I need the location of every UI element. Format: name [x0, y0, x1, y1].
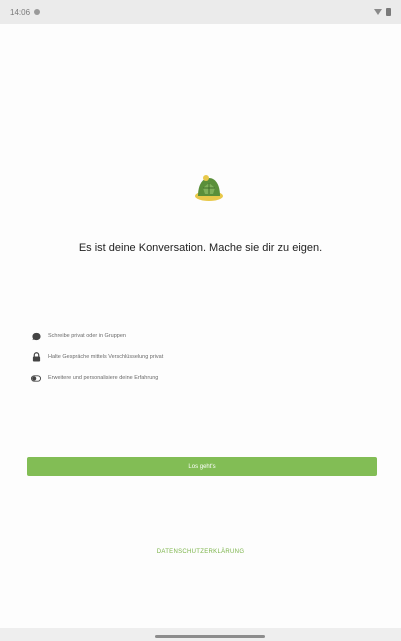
- feature-item-personalize: Erweitere und personalisiere deine Erfah…: [31, 372, 371, 384]
- get-started-button[interactable]: Los geht's: [27, 457, 377, 476]
- feature-item-encryption: Halte Gespräche mittels Verschlüsselung …: [31, 351, 371, 363]
- battery-icon: [386, 8, 391, 16]
- chat-bubble-icon: [31, 331, 41, 341]
- feature-list: Schreibe privat oder in Gruppen Halte Ge…: [31, 330, 371, 393]
- lock-icon: [31, 352, 41, 362]
- toggle-icon: [31, 373, 41, 383]
- feature-label: Schreibe privat oder in Gruppen: [48, 333, 126, 339]
- status-time: 14:06: [10, 7, 31, 17]
- welcome-headline: Es ist deine Konversation. Mache sie dir…: [78, 242, 323, 254]
- wifi-icon: [374, 9, 382, 15]
- privacy-policy-link[interactable]: DATENSCHUTZERKLÄRUNG: [0, 549, 401, 555]
- status-bar: 14:06: [0, 0, 401, 24]
- home-gesture-handle[interactable]: [155, 635, 265, 638]
- notification-icon: [34, 9, 41, 15]
- feature-label: Halte Gespräche mittels Verschlüsselung …: [48, 354, 164, 360]
- feature-item-chat: Schreibe privat oder in Gruppen: [31, 330, 371, 342]
- feature-label: Erweitere und personalisiere deine Erfah…: [48, 375, 159, 381]
- app-logo-icon: [195, 175, 223, 201]
